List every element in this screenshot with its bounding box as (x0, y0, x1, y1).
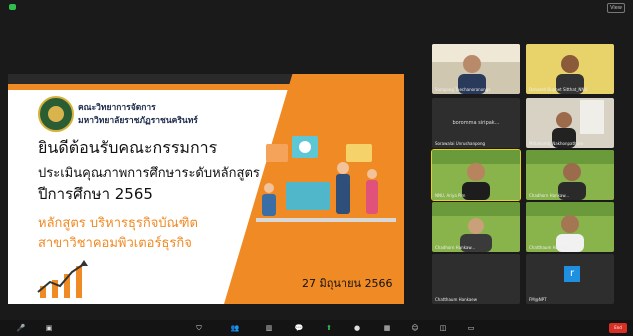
participant-tile[interactable]: Chatthaum Hankaew (526, 202, 614, 252)
participant-tile[interactable]: Chadhorn Hankaw... (432, 202, 520, 252)
participant-name-center: boromma siripak... (452, 120, 500, 126)
breakout-rooms-icon[interactable]: ▦ (382, 323, 392, 333)
major-name: สาขาวิชาคอมพิวเตอร์ธุรกิจ (38, 236, 192, 251)
participant-name: NNU, Ariya Pim (435, 193, 466, 198)
university-seal-icon (38, 96, 74, 132)
participant-name: Sorawalai Unrushanpong (435, 141, 486, 146)
participant-grid: Sompong Taechanoranongs Donaent Buphet S… (431, 44, 614, 306)
academic-year: ปีการศึกษา 2565 (38, 185, 153, 203)
presentation-slide: คณะวิทยาการจัดการ มหาวิทยาลัยราชภัฏราชนค… (8, 74, 404, 304)
view-button[interactable]: View (607, 3, 625, 13)
security-icon[interactable]: ⛉ (194, 323, 204, 333)
participant-name: Donaent Buphet Sitthat_NNU (529, 87, 588, 92)
participant-name: Chatthaum Hankaew (435, 297, 478, 302)
meeting-toolbar: 🎤 ▣ ⛉ 👥 ▥ 💬 ⬆ ● ▦ ☺ ◫ ▭ End (0, 320, 633, 336)
meeting-window: View คณะวิทยาการจัดการ มหาวิทยาลัยราชภัฏ… (0, 0, 633, 336)
microphone-icon[interactable]: 🎤 (16, 323, 26, 333)
participant-name: Sompong Taechanoranongs (435, 87, 491, 92)
participant-name: Mittokomb_Nakhonpathum (529, 141, 584, 146)
participant-tile[interactable]: Chatthaum Hankaew (432, 254, 520, 304)
participants-icon[interactable]: 👥 (230, 323, 240, 333)
participant-tile[interactable]: NNU, Ariya Pim (431, 149, 521, 201)
shared-screen-area: คณะวิทยาการจัดการ มหาวิทยาลัยราชภัฏราชนค… (0, 14, 420, 304)
participant-name: Chadhorn Hankaw... (435, 245, 476, 250)
growth-chart-icon (37, 260, 88, 298)
participant-name: Chadhorn Hankaw... (529, 193, 570, 198)
participant-tile[interactable]: boromma siripak... Sorawalai Unrushanpon… (432, 98, 520, 148)
share-screen-icon[interactable]: ⬆ (324, 323, 334, 333)
participant-tile[interactable]: Chadhorn Hankaw... (526, 150, 614, 200)
welcome-title: ยินดีต้อนรับคณะกรรมการ (38, 138, 218, 157)
participant-initial: r (564, 266, 580, 282)
evaluation-title: ประเมินคุณภาพการศึกษาระดับหลักสูตร (38, 166, 260, 181)
meeting-illustration-icon (256, 136, 396, 222)
participant-name: Chatthaum Hankaew (529, 245, 572, 250)
university-name: มหาวิทยาลัยราชภัฏราชนครินทร์ (78, 116, 198, 126)
participant-tile[interactable]: Donaent Buphet Sitthat_NNU (526, 44, 614, 94)
reactions-icon[interactable]: ☺ (410, 323, 420, 333)
end-meeting-button[interactable]: End (609, 323, 627, 333)
participant-name: FM@NPT (529, 297, 547, 302)
record-icon[interactable]: ● (352, 323, 362, 333)
participant-tile[interactable]: r FM@NPT (526, 254, 614, 304)
slide-orange-stripe (8, 84, 404, 90)
participant-tile[interactable]: Sompong Taechanoranongs (432, 44, 520, 94)
apps-icon[interactable]: ◫ (438, 323, 448, 333)
security-shield-icon[interactable] (9, 4, 16, 10)
video-camera-icon[interactable]: ▣ (44, 323, 54, 333)
chat-icon[interactable]: 💬 (294, 323, 304, 333)
event-date: 27 มิถุนายน 2566 (302, 277, 393, 290)
polls-icon[interactable]: ▥ (264, 323, 274, 333)
whiteboard-icon[interactable]: ▭ (466, 323, 476, 333)
faculty-name: คณะวิทยาการจัดการ (78, 103, 156, 113)
participant-tile[interactable]: Mittokomb_Nakhonpathum (526, 98, 614, 148)
top-bar: View (0, 0, 633, 14)
program-name: หลักสูตร บริหารธุรกิจบัณฑิต (38, 216, 198, 231)
